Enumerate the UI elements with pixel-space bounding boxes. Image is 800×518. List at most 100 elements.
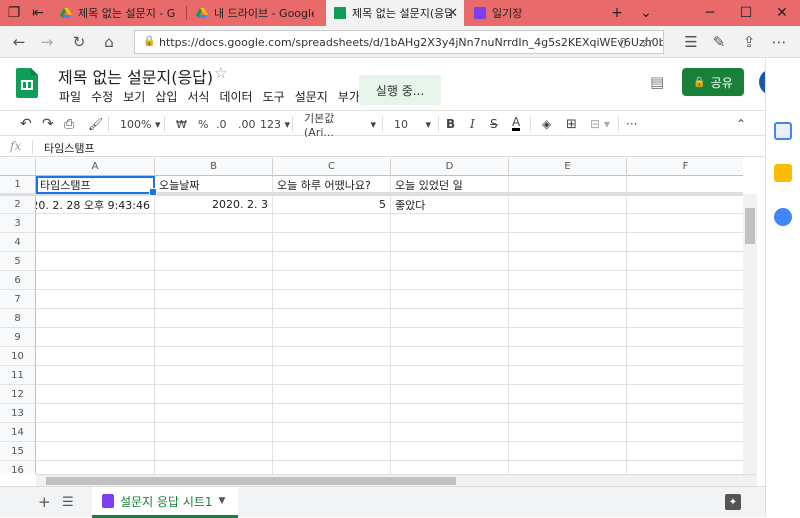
empty-cell[interactable] [155, 423, 273, 442]
empty-cell[interactable] [627, 233, 743, 252]
keep-icon[interactable] [774, 164, 792, 182]
cell-e1[interactable] [509, 176, 627, 194]
empty-cell[interactable] [36, 328, 155, 347]
empty-cell[interactable] [155, 385, 273, 404]
browser-tab-4[interactable]: 일기장 [466, 0, 598, 26]
empty-cell[interactable] [391, 423, 509, 442]
share-page-icon[interactable]: ⇪ [738, 32, 760, 52]
increase-decimal-button[interactable]: .00 [238, 115, 256, 133]
empty-cell[interactable] [509, 309, 627, 328]
row-header[interactable]: 2 [0, 196, 36, 214]
empty-cell[interactable] [36, 366, 155, 385]
row-header[interactable]: 7 [0, 290, 36, 309]
new-tab-button[interactable]: + [602, 0, 632, 26]
browser-tab-2[interactable]: 내 드라이브 - Google 드 [188, 0, 322, 26]
all-sheets-icon[interactable]: ☰ [62, 495, 74, 510]
empty-cell[interactable] [155, 309, 273, 328]
tasks-icon[interactable] [774, 208, 792, 226]
empty-cell[interactable] [273, 309, 391, 328]
empty-cell[interactable] [273, 328, 391, 347]
row-header[interactable]: 15 [0, 442, 36, 461]
empty-cell[interactable] [155, 347, 273, 366]
cell-d1[interactable]: 오늘 있었던 일 [391, 176, 509, 194]
tab-aside-icon[interactable]: ⇤ [26, 0, 50, 26]
row-header[interactable]: 10 [0, 347, 36, 366]
empty-cell[interactable] [509, 461, 627, 474]
close-window-button[interactable]: ✕ [762, 0, 800, 26]
row-header[interactable]: 13 [0, 404, 36, 423]
cell-c2[interactable]: 5 [273, 196, 391, 214]
empty-cell[interactable] [391, 461, 509, 474]
empty-cell[interactable] [509, 423, 627, 442]
favorite-star-icon[interactable]: ☆ [636, 32, 658, 52]
document-title[interactable]: 제목 없는 설문지(응답) [58, 64, 213, 88]
row-header[interactable]: 14 [0, 423, 36, 442]
more-icon[interactable]: ⋯ [768, 32, 790, 52]
chevron-down-icon[interactable]: ▼ [219, 496, 226, 506]
empty-cell[interactable] [155, 328, 273, 347]
cell-b1[interactable]: 오늘날짜 [155, 176, 273, 194]
empty-cell[interactable] [155, 404, 273, 423]
tab-actions-icon[interactable]: ❐ [0, 0, 28, 26]
empty-cell[interactable] [391, 442, 509, 461]
italic-button[interactable]: I [470, 115, 475, 133]
row-header[interactable]: 3 [0, 214, 36, 233]
home-button[interactable]: ⌂ [98, 32, 120, 52]
empty-cell[interactable] [627, 290, 743, 309]
empty-cell[interactable] [627, 385, 743, 404]
vertical-scrollbar[interactable] [743, 194, 757, 474]
row-header[interactable]: 4 [0, 233, 36, 252]
row-header[interactable]: 9 [0, 328, 36, 347]
cell-e2[interactable] [509, 196, 627, 214]
empty-cell[interactable] [155, 442, 273, 461]
cell-f1[interactable] [627, 176, 743, 194]
empty-cell[interactable] [36, 214, 155, 233]
empty-cell[interactable] [509, 252, 627, 271]
calendar-icon[interactable] [774, 122, 792, 140]
currency-format-button[interactable]: ₩ [176, 115, 187, 133]
row-header[interactable]: 12 [0, 385, 36, 404]
sheet-tab[interactable]: 설문지 응답 시트1 ▼ [92, 487, 238, 518]
borders-icon[interactable]: ⊞ [566, 115, 577, 133]
empty-cell[interactable] [627, 347, 743, 366]
empty-cell[interactable] [391, 309, 509, 328]
empty-cell[interactable] [273, 214, 391, 233]
empty-cell[interactable] [391, 271, 509, 290]
empty-cell[interactable] [509, 271, 627, 290]
empty-cell[interactable] [273, 423, 391, 442]
row-header[interactable]: 6 [0, 271, 36, 290]
row-header[interactable]: 11 [0, 366, 36, 385]
cell-b2[interactable]: 2020. 2. 3 [155, 196, 273, 214]
empty-cell[interactable] [155, 233, 273, 252]
row-header[interactable]: 8 [0, 309, 36, 328]
empty-cell[interactable] [36, 290, 155, 309]
empty-cell[interactable] [36, 404, 155, 423]
pen-icon[interactable]: ✎ [708, 32, 730, 52]
empty-cell[interactable] [627, 366, 743, 385]
empty-cell[interactable] [273, 366, 391, 385]
empty-cell[interactable] [391, 366, 509, 385]
empty-cell[interactable] [391, 328, 509, 347]
empty-cell[interactable] [509, 328, 627, 347]
select-all-corner[interactable] [0, 158, 36, 176]
empty-cell[interactable] [36, 233, 155, 252]
empty-cell[interactable] [627, 442, 743, 461]
merge-cells-icon[interactable]: ⊟ ▾ [590, 115, 610, 133]
menu-file[interactable]: 파일 [54, 88, 86, 105]
column-header-a[interactable]: A [36, 158, 155, 176]
empty-cell[interactable] [391, 290, 509, 309]
empty-cell[interactable] [391, 347, 509, 366]
more-toolbar-button[interactable]: ··· [626, 115, 637, 133]
maximize-button[interactable]: ☐ [726, 0, 766, 26]
chevron-down-icon[interactable]: ⌄ [634, 0, 658, 26]
empty-cell[interactable] [273, 347, 391, 366]
empty-cell[interactable] [509, 442, 627, 461]
decrease-decimal-button[interactable]: .0 [216, 115, 227, 133]
empty-cell[interactable] [273, 252, 391, 271]
fill-color-icon[interactable]: ◈ [542, 115, 551, 133]
empty-cell[interactable] [509, 404, 627, 423]
forward-button[interactable]: → [36, 32, 58, 52]
comment-icon[interactable]: ▤ [650, 73, 664, 91]
empty-cell[interactable] [273, 271, 391, 290]
empty-cell[interactable] [627, 309, 743, 328]
